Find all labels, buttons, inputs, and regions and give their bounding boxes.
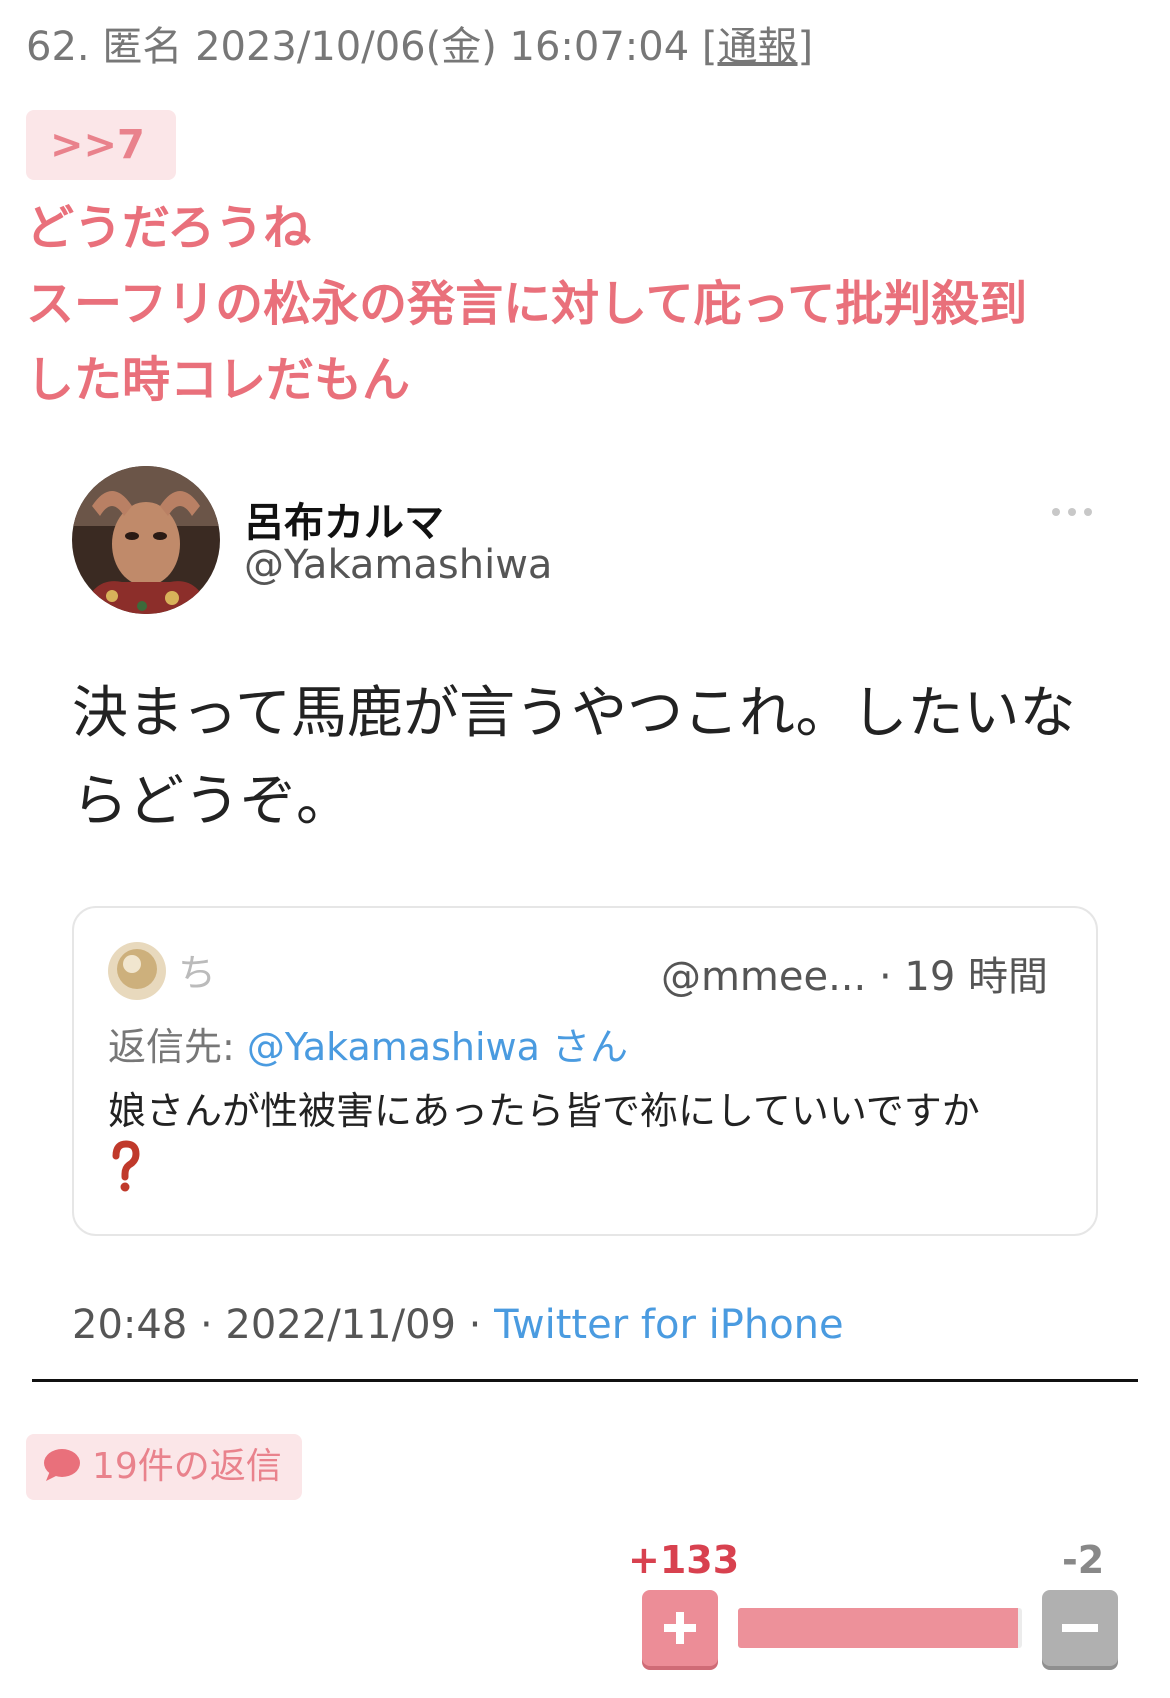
tweet-meta: 20:48 · 2022/11/09 · Twitter for iPhone [72, 1302, 844, 1348]
vote-ratio-bar [738, 1608, 1022, 1648]
question-icon [112, 1140, 140, 1192]
display-name: 呂布カルマ [244, 500, 444, 546]
avatar [72, 466, 220, 614]
minus-icon [1062, 1624, 1098, 1632]
report-bracket-close: ] [797, 24, 814, 70]
plus-button[interactable] [642, 1590, 718, 1666]
minus-count: -2 [1062, 1538, 1105, 1582]
quote-text: 娘さんが性被害にあったら皆で袮にしていいですか [108, 1082, 1068, 1198]
quote-handle-time: @mmee... · 19 時間 [660, 954, 1048, 1000]
quote-text-content: 娘さんが性被害にあったら皆で袮にしていいですか [108, 1089, 980, 1133]
report-label: 通報 [717, 24, 798, 70]
minus-button[interactable] [1042, 1590, 1118, 1666]
reply-prefix: 返信先: [108, 1025, 247, 1069]
quote-name: ち [178, 951, 217, 995]
comment-line: どうだろうね [26, 200, 312, 256]
speech-bubble-icon [44, 1449, 80, 1481]
comment-body: どうだろうね スーフリの松永の発言に対して庇って批判殺到 した時コレだもん [26, 190, 1146, 418]
tweet-source: Twitter for iPhone [494, 1302, 844, 1348]
plus-count: +133 [628, 1538, 740, 1582]
vote-ratio-fill [738, 1608, 1018, 1648]
quote-avatar [108, 942, 166, 1000]
report-link[interactable]: [通報] [702, 24, 813, 70]
tweet-text: 決まって馬鹿が言うやつこれ。したいならどうぞ。 [72, 681, 1076, 834]
post-number: 62. [26, 24, 90, 70]
replies-button[interactable]: 19件の返信 [26, 1434, 302, 1500]
user-handle: @Yakamashiwa [244, 542, 553, 588]
more-icon[interactable] [1050, 506, 1094, 518]
anchor-link[interactable]: >>7 [26, 110, 176, 180]
post-author: 匿名 [102, 24, 183, 70]
tweet-screenshot: 呂布カルマ @Yakamashiwa 決まって馬鹿が言うやつこれ。したいならどう… [32, 440, 1138, 1382]
report-bracket-open: [ [701, 24, 718, 70]
post-datetime: 2023/10/06(金) 16:07:04 [195, 24, 690, 70]
replies-label: 19件の返信 [92, 1446, 282, 1487]
quote-reply-to: 返信先: @Yakamashiwa さん [108, 1016, 628, 1071]
plus-icon [664, 1612, 696, 1644]
post-header: 62. 匿名 2023/10/06(金) 16:07:04 [通報] [26, 14, 813, 72]
quote-tweet: ち @mmee... · 19 時間 返信先: @Yakamashiwa さん … [72, 906, 1098, 1236]
comment-line: スーフリの松永の発言に対して庇って批判殺到 [26, 276, 1028, 332]
comment-line: した時コレだもん [26, 352, 411, 408]
reply-mention: @Yakamashiwa さん [246, 1025, 628, 1069]
tweet-time: 20:48 · 2022/11/09 · [72, 1302, 495, 1348]
